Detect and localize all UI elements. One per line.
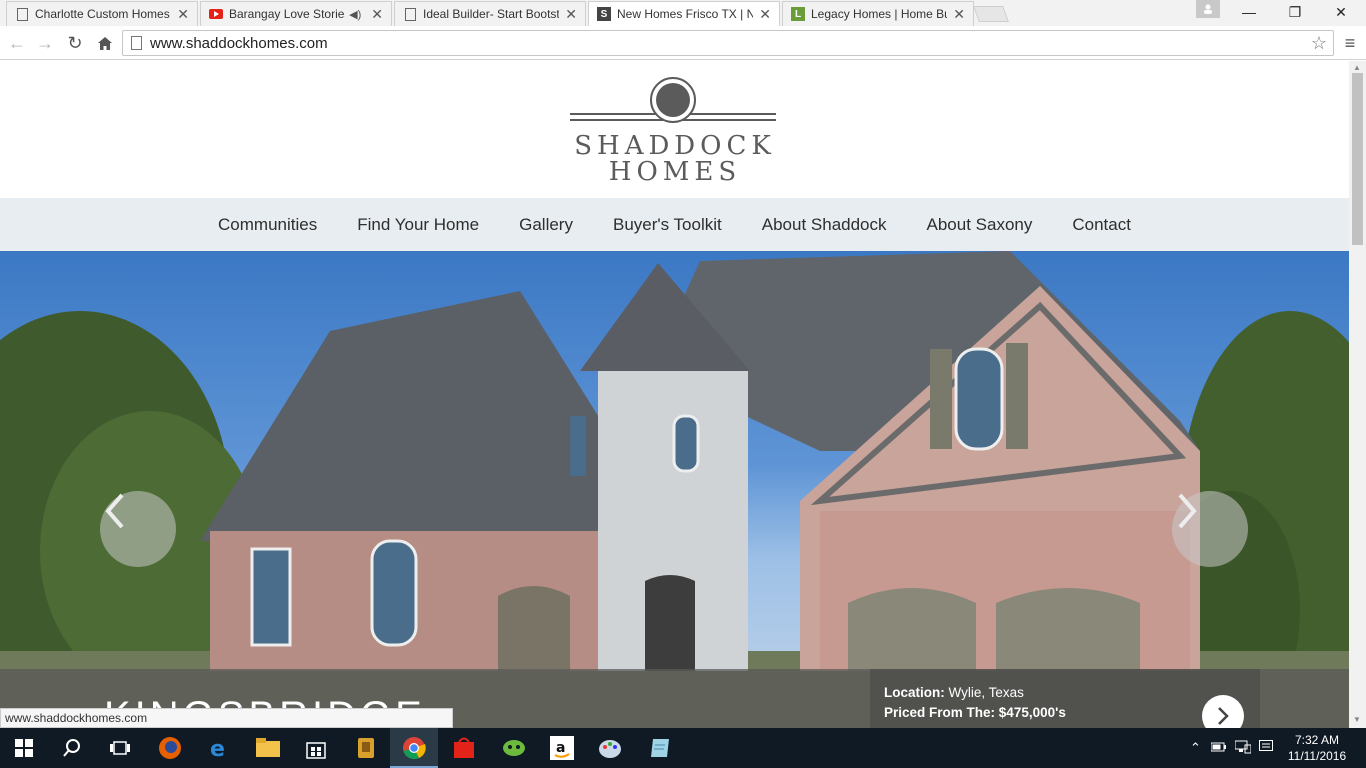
- shopping-icon[interactable]: [450, 734, 478, 762]
- location-row: Location: Wylie, Texas: [884, 685, 1024, 700]
- legacy-l-icon: L: [791, 7, 805, 21]
- svg-text:e: e: [210, 737, 225, 760]
- shaddock-homes-logo[interactable]: SHADDOCK HOMES: [568, 75, 782, 187]
- scroll-down-icon[interactable]: ▼: [1353, 715, 1361, 724]
- new-tab-button[interactable]: [973, 6, 1009, 22]
- slider-next-button[interactable]: [1172, 491, 1248, 567]
- page-icon: [403, 7, 417, 21]
- tab-title: Legacy Homes | Home Bu: [811, 7, 948, 21]
- clock-date: 11/11/2016: [1287, 749, 1347, 763]
- nav-gallery[interactable]: Gallery: [519, 215, 573, 235]
- tab-title: New Homes Frisco TX | Ne: [617, 7, 754, 21]
- close-tab-icon[interactable]: ✕: [759, 6, 771, 23]
- page-scrollbar[interactable]: ▲ ▼: [1349, 61, 1366, 728]
- chrome-menu-icon[interactable]: ≡: [1338, 30, 1362, 56]
- tab-title: Ideal Builder- Start Bootst: [423, 7, 560, 21]
- restore-icon[interactable]: ❐: [1272, 0, 1318, 24]
- logo-line2: HOMES: [608, 157, 742, 187]
- home-icon[interactable]: [92, 30, 118, 56]
- page-info-icon[interactable]: [131, 36, 142, 50]
- tab[interactable]: Charlotte Custom Homes ✕: [6, 1, 198, 26]
- url-text: www.shaddockhomes.com: [150, 34, 328, 52]
- scroll-up-icon[interactable]: ▲: [1353, 63, 1361, 72]
- back-icon[interactable]: ←: [4, 30, 30, 56]
- page-icon: [15, 7, 29, 21]
- task-view-icon[interactable]: [106, 734, 134, 762]
- site-header: SHADDOCK HOMES: [0, 61, 1349, 198]
- close-tab-icon[interactable]: ✕: [371, 6, 383, 23]
- store-icon[interactable]: [302, 734, 330, 762]
- tab-active[interactable]: S New Homes Frisco TX | Ne ✕: [588, 1, 780, 26]
- nav-communities[interactable]: Communities: [218, 215, 317, 235]
- logo-seal-icon: [650, 77, 696, 123]
- bookmark-star-icon[interactable]: ☆: [1311, 33, 1327, 54]
- nav-buyers-toolkit[interactable]: Buyer's Toolkit: [613, 215, 722, 235]
- price-label: Priced From The:: [884, 705, 996, 720]
- price-row: Priced From The: $475,000's: [884, 705, 1066, 720]
- close-tab-icon[interactable]: ✕: [953, 6, 965, 23]
- windows-start-icon[interactable]: [10, 734, 38, 762]
- status-bubble: www.shaddockhomes.com: [0, 708, 453, 728]
- power-icon[interactable]: [1210, 741, 1227, 756]
- network-icon[interactable]: [1234, 740, 1252, 757]
- address-bar[interactable]: www.shaddockhomes.com ☆: [122, 30, 1334, 56]
- windows-taskbar: e a ⌃ 7:32 AM 11/11/2016: [0, 728, 1366, 768]
- browser-tabstrip: Charlotte Custom Homes ✕ Barangay Love S…: [0, 0, 1366, 26]
- slider-prev-button[interactable]: [100, 491, 176, 567]
- forward-icon[interactable]: →: [32, 30, 58, 56]
- view-community-button[interactable]: [1202, 695, 1244, 728]
- tab-title: Charlotte Custom Homes: [35, 7, 170, 21]
- speaker-icon[interactable]: ◀): [349, 8, 361, 21]
- location-label: Location:: [884, 685, 945, 700]
- close-tab-icon[interactable]: ✕: [177, 6, 189, 23]
- browser-toolbar: ← → ↻ www.shaddockhomes.com ☆ ≡: [0, 26, 1366, 60]
- hero-slider: [0, 251, 1349, 728]
- amazon-icon[interactable]: a: [548, 734, 576, 762]
- tab[interactable]: L Legacy Homes | Home Bu ✕: [782, 1, 974, 26]
- tray-chevron-icon[interactable]: ⌃: [1190, 740, 1201, 756]
- firefox-icon[interactable]: [156, 734, 184, 762]
- close-window-icon[interactable]: ✕: [1318, 0, 1364, 24]
- edge-icon[interactable]: e: [206, 734, 234, 762]
- close-tab-icon[interactable]: ✕: [565, 6, 577, 23]
- system-clock[interactable]: 7:32 AM 11/11/2016: [1284, 732, 1350, 764]
- search-icon[interactable]: [58, 734, 86, 762]
- clock-time: 7:32 AM: [1294, 733, 1340, 747]
- price-value: $475,000's: [998, 705, 1066, 720]
- scrollbar-thumb[interactable]: [1352, 73, 1363, 245]
- location-value: Wylie, Texas: [948, 685, 1024, 700]
- notes-icon[interactable]: [646, 734, 674, 762]
- nav-find-your-home[interactable]: Find Your Home: [357, 215, 479, 235]
- chrome-icon[interactable]: [400, 734, 428, 762]
- svg-text:a: a: [556, 740, 565, 756]
- main-navigation: Communities Find Your Home Gallery Buyer…: [0, 198, 1349, 251]
- nav-about-saxony[interactable]: About Saxony: [927, 215, 1033, 235]
- youtube-icon: [209, 7, 223, 21]
- tab[interactable]: Ideal Builder- Start Bootst ✕: [394, 1, 586, 26]
- app-icon[interactable]: [352, 734, 380, 762]
- web-page: SHADDOCK HOMES Communities Find Your Hom…: [0, 61, 1349, 728]
- profile-icon[interactable]: [1196, 0, 1220, 18]
- notifications-icon[interactable]: [1258, 739, 1273, 757]
- tab-title: Barangay Love Stories: [229, 7, 346, 21]
- file-explorer-icon[interactable]: [254, 734, 282, 762]
- system-tray: ⌃: [1190, 728, 1273, 768]
- nav-about-shaddock[interactable]: About Shaddock: [762, 215, 887, 235]
- nav-contact[interactable]: Contact: [1072, 215, 1131, 235]
- slide-info-panel: Location: Wylie, Texas Priced From The: …: [870, 669, 1260, 728]
- paint-icon[interactable]: [596, 734, 624, 762]
- shaddock-s-icon: S: [597, 7, 611, 21]
- house-photo: [0, 251, 1349, 728]
- reload-icon[interactable]: ↻: [62, 30, 88, 56]
- minimize-icon[interactable]: —: [1226, 0, 1272, 24]
- tab[interactable]: Barangay Love Stories ◀) ✕: [200, 1, 392, 26]
- app-green-icon[interactable]: [500, 734, 528, 762]
